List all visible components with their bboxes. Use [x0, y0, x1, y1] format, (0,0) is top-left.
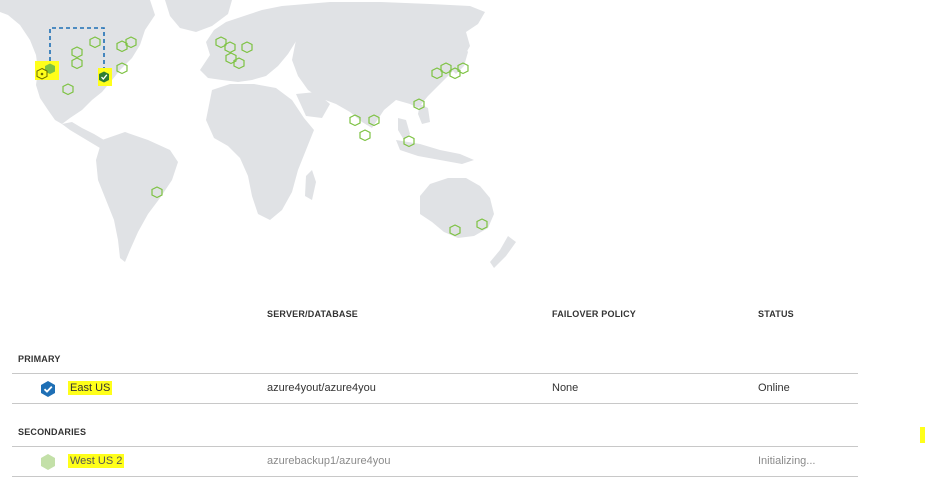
hexagon-outline-icon[interactable]: [349, 114, 361, 127]
failover-policy-value: None: [552, 382, 579, 394]
region-name[interactable]: West US 2: [68, 454, 125, 468]
continents: [0, 0, 516, 268]
land-south-america: [96, 132, 178, 262]
divider: [12, 446, 858, 447]
server-database-value: azurebackup1/azure4you: [267, 455, 391, 467]
column-header-server-database: SERVER/DATABASE: [267, 309, 359, 319]
divider: [12, 403, 858, 404]
world-map: [0, 0, 516, 268]
highlight-mark: [920, 427, 925, 443]
land-indonesia: [396, 140, 474, 164]
divider: [12, 373, 858, 374]
hexagon-outline-icon[interactable]: [359, 129, 371, 142]
column-header-status: STATUS: [758, 309, 794, 319]
section-label-secondaries: SECONDARIES: [18, 427, 87, 437]
divider: [12, 476, 858, 477]
server-database-value: azure4yout/azure4you: [267, 382, 376, 394]
land-north-america: [0, 0, 155, 124]
column-header-failover-policy: FAILOVER POLICY: [552, 309, 637, 319]
table-row-secondary[interactable]: West US 2 azurebackup1/azure4you Initial…: [0, 449, 860, 475]
land-madagascar: [305, 170, 316, 200]
status-value: Initializing...: [758, 455, 816, 467]
primary-region-marker[interactable]: [98, 68, 112, 86]
table-row-primary[interactable]: East US azure4yout/azure4you None Online: [0, 376, 860, 402]
region-name[interactable]: East US: [68, 381, 113, 395]
checkmark-hexagon-icon: [41, 381, 55, 397]
status-value: Online: [758, 382, 790, 394]
section-label-primary: PRIMARY: [18, 354, 61, 364]
land-new-zealand: [490, 236, 516, 268]
land-africa: [206, 84, 314, 220]
secondary-region-marker[interactable]: [35, 61, 59, 80]
hexagon-icon: [41, 454, 55, 470]
